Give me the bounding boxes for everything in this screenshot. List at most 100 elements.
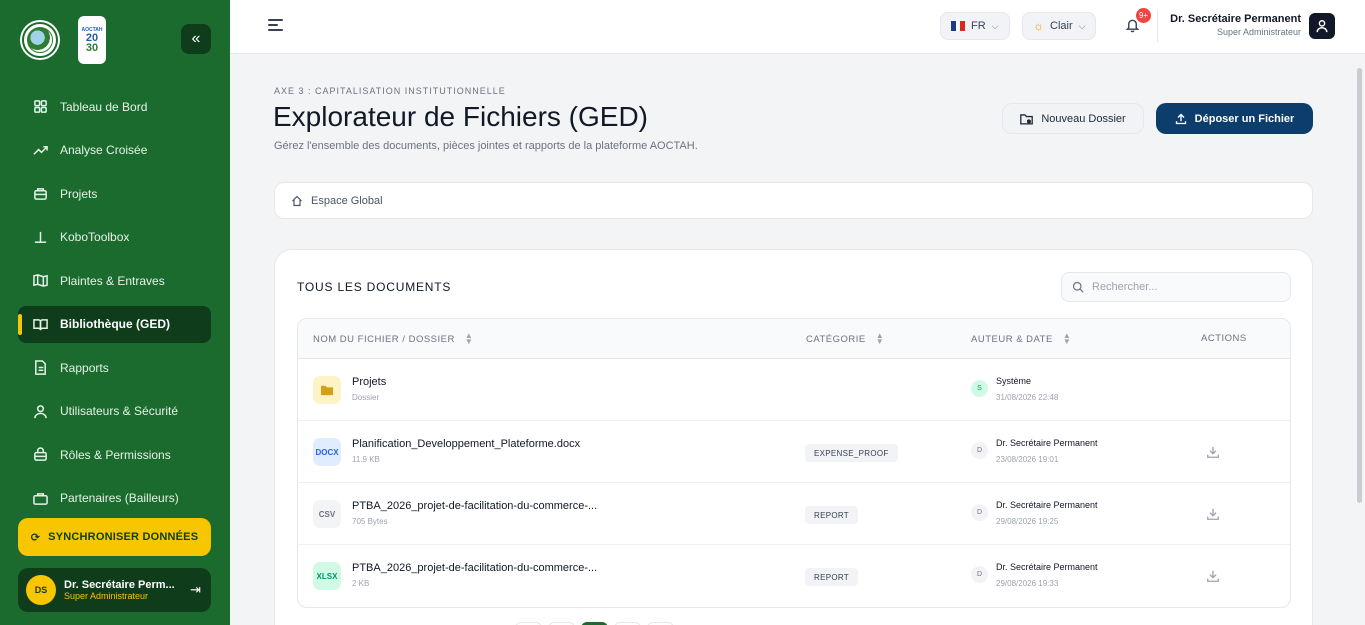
sidebar: AOCTAH 20 30 « Tableau de Bord Analyse C… bbox=[0, 0, 230, 625]
column-header-name[interactable]: NOM DU FICHIER / DOSSIER ▲ ▼ bbox=[313, 332, 473, 346]
map-icon bbox=[33, 274, 48, 287]
sidebar-item-plaintes-entraves[interactable]: Plaintes & Entraves bbox=[18, 262, 211, 299]
folder-icon bbox=[313, 376, 341, 404]
column-header-author-date[interactable]: AUTEUR & DATE ▲ ▼ bbox=[971, 331, 1072, 346]
category-badge: EXPENSE_PROOF bbox=[805, 444, 898, 462]
file-name[interactable]: PTBA_2026_projet-de-facilitation-du-comm… bbox=[352, 500, 597, 512]
user-info: Dr. Secrétaire Perm... Super Administrat… bbox=[64, 579, 182, 601]
column-header-actions: ACTIONS bbox=[1201, 333, 1247, 344]
column-header-category[interactable]: CATÉGORIE ▲ ▼ bbox=[806, 331, 885, 346]
folder-plus-icon bbox=[1020, 113, 1034, 125]
sidebar-item-label: Plaintes & Entraves bbox=[60, 273, 165, 288]
collapse-sidebar-button[interactable]: « bbox=[181, 24, 211, 54]
file-meta: Dossier bbox=[352, 393, 380, 402]
header-user-info[interactable]: Dr. Secrétaire Permanent Super Administr… bbox=[1170, 13, 1301, 37]
author-avatar: D bbox=[971, 442, 988, 459]
user-avatar-icon[interactable] bbox=[1309, 13, 1335, 39]
sidebar-item-partenaires[interactable]: Partenaires (Bailleurs) bbox=[18, 480, 211, 517]
menu-icon[interactable] bbox=[268, 19, 283, 33]
sidebar-item-utilisateurs-securite[interactable]: Utilisateurs & Sécurité bbox=[18, 393, 211, 430]
sidebar-item-projets[interactable]: Projets bbox=[18, 175, 211, 212]
sidebar-item-label: KoboToolbox bbox=[60, 230, 130, 244]
file-meta: 705 Bytes bbox=[352, 517, 388, 526]
table-row[interactable]: XLSX PTBA_2026_projet-de-facilitation-du… bbox=[298, 545, 1290, 607]
header-user-name: Dr. Secrétaire Permanent bbox=[1170, 13, 1301, 25]
download-icon[interactable] bbox=[1206, 507, 1220, 521]
chevron-down-icon: ⌵ bbox=[991, 20, 999, 31]
grid-icon bbox=[34, 100, 47, 113]
file-meta: 2 KB bbox=[352, 579, 370, 588]
avatar: DS bbox=[26, 575, 56, 605]
sidebar-item-label: Rôles & Permissions bbox=[60, 447, 171, 462]
theme-label: Clair bbox=[1050, 20, 1073, 32]
download-icon[interactable] bbox=[1206, 569, 1220, 583]
sidebar-item-tableau-de-bord[interactable]: Tableau de Bord bbox=[18, 88, 211, 125]
upload-label: Déposer un Fichier bbox=[1194, 112, 1295, 125]
sidebar-item-label: Analyse Croisée bbox=[60, 143, 148, 157]
sidebar-item-label: Projets bbox=[60, 186, 98, 201]
file-name[interactable]: PTBA_2026_projet-de-facilitation-du-comm… bbox=[352, 562, 597, 574]
column-label: ACTIONS bbox=[1201, 333, 1247, 344]
sidebar-item-label: Bibliothèque (GED) bbox=[60, 317, 170, 331]
section-overline: AXE 3 : CAPITALISATION INSTITUTIONNELLE bbox=[274, 86, 506, 96]
book-open-icon bbox=[33, 318, 48, 330]
search-icon bbox=[1072, 281, 1084, 293]
file-name[interactable]: Projets bbox=[352, 376, 386, 388]
page-title: Explorateur de Fichiers (GED) bbox=[273, 101, 649, 132]
author-date: 23/08/2026 19:01 bbox=[996, 455, 1059, 464]
notification-badge: 9+ bbox=[1136, 8, 1151, 23]
sidebar-item-roles-permissions[interactable]: Rôles & Permissions bbox=[18, 436, 211, 473]
sort-icon: ▲ ▼ bbox=[1062, 331, 1072, 346]
author-name: Dr. Secrétaire Permanent bbox=[996, 500, 1098, 510]
table-row[interactable]: DOCX Planification_Developpement_Platefo… bbox=[298, 421, 1290, 483]
author-date: 29/08/2026 19:33 bbox=[996, 579, 1059, 588]
sidebar-user-card[interactable]: DS Dr. Secrétaire Perm... Super Administ… bbox=[18, 568, 211, 612]
search-input[interactable] bbox=[1092, 281, 1272, 293]
sidebar-item-kobotoolbox[interactable]: KoboToolbox bbox=[18, 219, 211, 256]
sidebar-nav: Tableau de Bord Analyse Croisée Projets … bbox=[18, 88, 211, 523]
sync-icon: ⟳ bbox=[30, 531, 41, 544]
theme-selector[interactable]: ☼ Clair ⌵ bbox=[1022, 12, 1097, 40]
file-name[interactable]: Planification_Developpement_Plateforme.d… bbox=[352, 438, 580, 450]
france-flag-icon bbox=[951, 21, 966, 31]
double-chevron-left-icon: « bbox=[191, 30, 201, 47]
upload-file-button[interactable]: Déposer un Fichier bbox=[1156, 103, 1313, 134]
table-header: NOM DU FICHIER / DOSSIER ▲ ▼ CATÉGORIE ▲ ▼… bbox=[298, 319, 1290, 359]
emblem-logo bbox=[22, 22, 58, 58]
breadcrumb: Espace Global bbox=[274, 182, 1313, 219]
trend-icon bbox=[33, 145, 48, 155]
aoctah-2030-logo: AOCTAH 20 30 bbox=[78, 16, 106, 64]
documents-table: NOM DU FICHIER / DOSSIER ▲ ▼ CATÉGORIE ▲ ▼… bbox=[297, 318, 1291, 608]
sidebar-item-label: Utilisateurs & Sécurité bbox=[60, 404, 179, 418]
category-badge: REPORT bbox=[805, 506, 858, 524]
sync-data-button[interactable]: ⟳ SYNCHRONISER DONNÉES bbox=[18, 518, 211, 556]
top-header: FR ⌵ ☼ Clair ⌵ 9+ Dr. Secrétaire Permane… bbox=[230, 0, 1365, 54]
new-folder-button[interactable]: Nouveau Dossier bbox=[1002, 103, 1144, 134]
logo-text-mid2: 30 bbox=[85, 42, 99, 54]
sidebar-item-analyse-croisee[interactable]: Analyse Croisée bbox=[18, 132, 211, 169]
sidebar-item-rapports[interactable]: Rapports bbox=[18, 349, 211, 386]
table-row[interactable]: CSV PTBA_2026_projet-de-facilitation-du-… bbox=[298, 483, 1290, 545]
author-avatar: D bbox=[971, 566, 988, 583]
language-label: FR bbox=[971, 20, 986, 32]
search-field[interactable] bbox=[1061, 272, 1291, 302]
download-icon[interactable] bbox=[1206, 445, 1220, 459]
chevron-down-icon: ⌵ bbox=[1078, 20, 1086, 31]
breadcrumb-item-global[interactable]: Espace Global bbox=[311, 195, 383, 207]
anchor-icon bbox=[34, 231, 47, 243]
author-name: Dr. Secrétaire Permanent bbox=[996, 438, 1098, 448]
language-selector[interactable]: FR ⌵ bbox=[940, 12, 1010, 40]
page-subtitle: Gérez l'ensemble des documents, pièces j… bbox=[274, 140, 698, 152]
table-row[interactable]: Projets Dossier S Système 31/08/2026 22:… bbox=[298, 359, 1290, 421]
logout-icon[interactable]: ⇥ bbox=[190, 582, 201, 598]
home-icon[interactable] bbox=[291, 195, 303, 207]
sort-icon: ▲ ▼ bbox=[875, 331, 885, 346]
author-avatar: S bbox=[971, 380, 988, 397]
author-name: Système bbox=[996, 376, 1032, 386]
documents-title: TOUS LES DOCUMENTS bbox=[297, 280, 452, 294]
sync-label: SYNCHRONISER DONNÉES bbox=[48, 531, 199, 543]
author-date: 29/08/2026 19:25 bbox=[996, 517, 1059, 526]
page-scrollbar[interactable] bbox=[1357, 68, 1362, 503]
sidebar-item-bibliotheque-ged[interactable]: Bibliothèque (GED) bbox=[18, 305, 211, 343]
author-date: 31/08/2026 22:48 bbox=[996, 393, 1059, 402]
